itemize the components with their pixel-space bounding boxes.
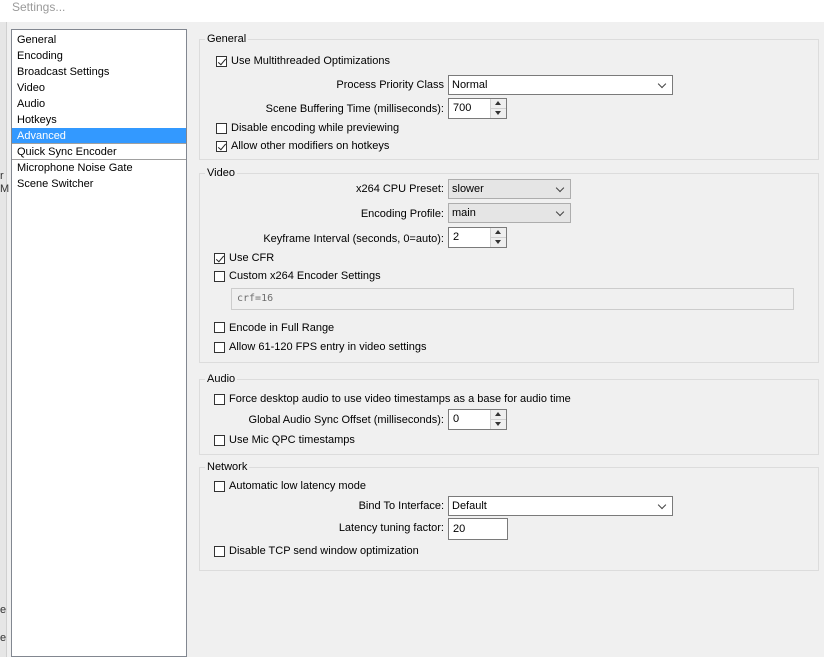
window-title: Settings... <box>12 0 66 14</box>
chevron-down-icon <box>657 79 667 89</box>
sidebar-item-video[interactable]: Video <box>12 80 186 96</box>
full-range-label: Encode in Full Range <box>229 322 335 334</box>
force-timestamps-checkbox[interactable] <box>214 394 225 405</box>
sidebar-item-scene-switcher[interactable]: Scene Switcher <box>12 176 186 192</box>
fps-checkbox[interactable] <box>214 342 225 353</box>
keyframe-value: 2 <box>453 231 460 243</box>
tcp-window-label: Disable TCP send window optimization <box>229 545 419 557</box>
title-bar: Settings... <box>0 0 824 22</box>
chevron-down-icon <box>555 207 565 217</box>
preset-label: x264 CPU Preset: <box>355 183 444 195</box>
preset-value: slower <box>452 183 484 195</box>
sidebar-item-encoding[interactable]: Encoding <box>12 48 186 64</box>
spin-down-arrow-icon[interactable] <box>491 420 506 429</box>
low-latency-label: Automatic low latency mode <box>229 480 366 492</box>
keyframe-label: Keyframe Interval (seconds, 0=auto): <box>263 233 444 245</box>
tcp-window-checkbox[interactable] <box>214 546 225 557</box>
custom-x264-label: Custom x264 Encoder Settings <box>229 270 381 282</box>
modifiers-label: Allow other modifiers on hotkeys <box>231 140 390 152</box>
video-group <box>199 173 819 363</box>
background-edge-glyph: e <box>0 632 7 644</box>
sidebar-item-general[interactable]: General <box>12 32 186 48</box>
priority-select[interactable]: Normal <box>448 75 673 95</box>
sidebar-item-hotkeys[interactable]: Hotkeys <box>12 112 186 128</box>
chevron-down-icon <box>657 500 667 510</box>
sync-offset-label: Global Audio Sync Offset (milliseconds): <box>248 414 444 426</box>
spin-up-arrow-icon[interactable] <box>491 99 506 109</box>
spin-down-arrow-icon[interactable] <box>491 238 506 247</box>
priority-label: Process Priority Class <box>336 79 444 91</box>
disable-preview-checkbox[interactable] <box>216 123 227 134</box>
priority-value: Normal <box>452 79 488 91</box>
modifiers-checkbox[interactable] <box>216 141 227 152</box>
latency-tuning-input[interactable]: 20 <box>448 518 508 540</box>
disable-preview-label: Disable encoding while previewing <box>231 122 400 134</box>
sidebar-item-broadcast-settings[interactable]: Broadcast Settings <box>12 64 186 80</box>
cfr-label: Use CFR <box>229 252 275 264</box>
spin-up-arrow-icon[interactable] <box>491 228 506 238</box>
profile-label: Encoding Profile: <box>360 208 444 220</box>
preset-select[interactable]: slower <box>448 179 571 199</box>
video-group-title: Video <box>205 167 237 179</box>
buffering-label: Scene Buffering Time (milliseconds): <box>265 103 444 115</box>
multithreaded-label: Use Multithreaded Optimizations <box>231 55 390 67</box>
background-edge-glyph: e <box>0 604 7 616</box>
settings-category-list[interactable]: General Encoding Broadcast Settings Vide… <box>11 29 187 657</box>
spin-down-arrow-icon[interactable] <box>491 109 506 118</box>
sidebar-item-audio[interactable]: Audio <box>12 96 186 112</box>
network-group-title: Network <box>205 461 250 473</box>
bind-interface-label: Bind To Interface: <box>358 500 444 512</box>
fps-label: Allow 61-120 FPS entry in video settings <box>229 341 427 353</box>
sidebar-item-advanced[interactable]: Advanced <box>12 128 186 144</box>
background-window-edge <box>0 22 7 657</box>
background-edge-glyph: M <box>0 183 10 195</box>
chevron-down-icon <box>555 183 565 193</box>
cfr-checkbox[interactable] <box>214 253 225 264</box>
buffering-spinbox[interactable]: 700 <box>448 98 507 119</box>
qpc-label: Use Mic QPC timestamps <box>229 434 355 446</box>
sidebar-item-quick-sync-encoder[interactable]: Quick Sync Encoder <box>12 144 186 160</box>
sync-offset-value: 0 <box>453 413 460 425</box>
custom-x264-settings-field[interactable]: crf=16 <box>231 288 794 310</box>
background-edge-glyph: r <box>0 170 4 182</box>
profile-value: main <box>452 207 476 219</box>
buffering-value: 700 <box>453 102 472 114</box>
audio-group-title: Audio <box>205 373 238 385</box>
low-latency-checkbox[interactable] <box>214 481 225 492</box>
bind-interface-value: Default <box>452 500 487 512</box>
profile-select[interactable]: main <box>448 203 571 223</box>
latency-tuning-label: Latency tuning factor: <box>338 522 444 534</box>
bind-interface-select[interactable]: Default <box>448 496 673 516</box>
general-group-title: General <box>205 33 249 45</box>
sidebar-item-microphone-noise-gate[interactable]: Microphone Noise Gate <box>12 160 186 176</box>
keyframe-spinbox[interactable]: 2 <box>448 227 507 248</box>
full-range-checkbox[interactable] <box>214 322 225 333</box>
custom-x264-checkbox[interactable] <box>214 271 225 282</box>
qpc-checkbox[interactable] <box>214 435 225 446</box>
force-timestamps-label: Force desktop audio to use video timesta… <box>229 393 571 405</box>
multithreaded-checkbox[interactable] <box>216 56 227 67</box>
sync-offset-spinbox[interactable]: 0 <box>448 409 507 430</box>
spin-up-arrow-icon[interactable] <box>491 410 506 420</box>
